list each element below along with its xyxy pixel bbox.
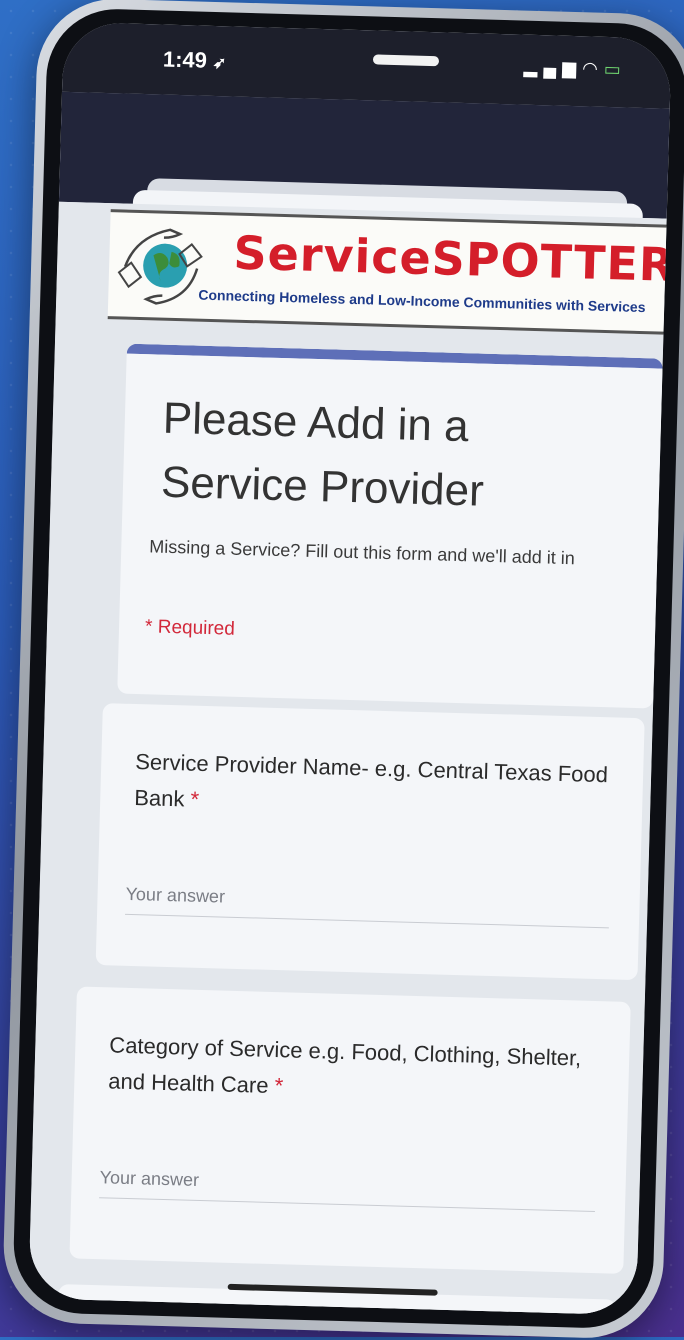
required-note: * Required bbox=[144, 616, 236, 640]
form-description: Missing a Service? Fill out this form an… bbox=[149, 536, 576, 569]
required-asterisk: * bbox=[274, 1073, 284, 1099]
form-title-line2: Service Provider bbox=[160, 457, 485, 516]
form-title: Please Add in a Service Provider bbox=[160, 387, 486, 524]
phone-screen: 1:49 ➶ ▂▄▆◠▭ ServiceSPOTTER Connecting H… bbox=[28, 21, 672, 1316]
hands-globe-logo bbox=[117, 228, 203, 305]
question-card: Service Provider Name- e.g. Central Texa… bbox=[95, 703, 645, 981]
question-text: Service Provider Name- e.g. Central Texa… bbox=[133, 749, 609, 812]
form-page: ServiceSPOTTER Connecting Homeless and L… bbox=[28, 201, 672, 1316]
question-label: Service Provider Name- e.g. Central Texa… bbox=[134, 744, 624, 830]
wifi-icon: ◠ bbox=[581, 58, 605, 79]
battery-charging-icon: ▭ bbox=[603, 58, 628, 80]
speaker-notch bbox=[372, 54, 440, 67]
required-asterisk: * bbox=[190, 786, 200, 812]
location-arrow-icon: ➶ bbox=[212, 54, 227, 73]
servicespotter-banner: ServiceSPOTTER Connecting Homeless and L… bbox=[107, 209, 672, 335]
browser-chrome bbox=[58, 91, 670, 274]
brand-title: ServiceSPOTTER bbox=[232, 225, 672, 292]
category-of-service-input[interactable] bbox=[99, 1157, 597, 1213]
cellular-signal-icon: ▂▄▆ bbox=[523, 56, 583, 79]
question-card: Category of Service e.g. Food, Clothing,… bbox=[69, 986, 631, 1274]
form-header-card: Please Add in a Service Provider Missing… bbox=[117, 343, 663, 709]
question-label: Category of Service e.g. Food, Clothing,… bbox=[108, 1027, 610, 1113]
form-title-line1: Please Add in a bbox=[162, 393, 470, 452]
status-icons: ▂▄▆◠▭ bbox=[523, 57, 627, 81]
service-provider-name-input[interactable] bbox=[125, 873, 610, 929]
phone-device: 1:49 ➶ ▂▄▆◠▭ ServiceSPOTTER Connecting H… bbox=[1, 0, 684, 1340]
clock-text: 1:49 bbox=[162, 46, 208, 73]
brand-tagline: Connecting Homeless and Low-Income Commu… bbox=[198, 286, 646, 316]
status-time: 1:49 ➶ bbox=[163, 47, 227, 75]
question-text: Category of Service e.g. Food, Clothing,… bbox=[108, 1032, 582, 1098]
